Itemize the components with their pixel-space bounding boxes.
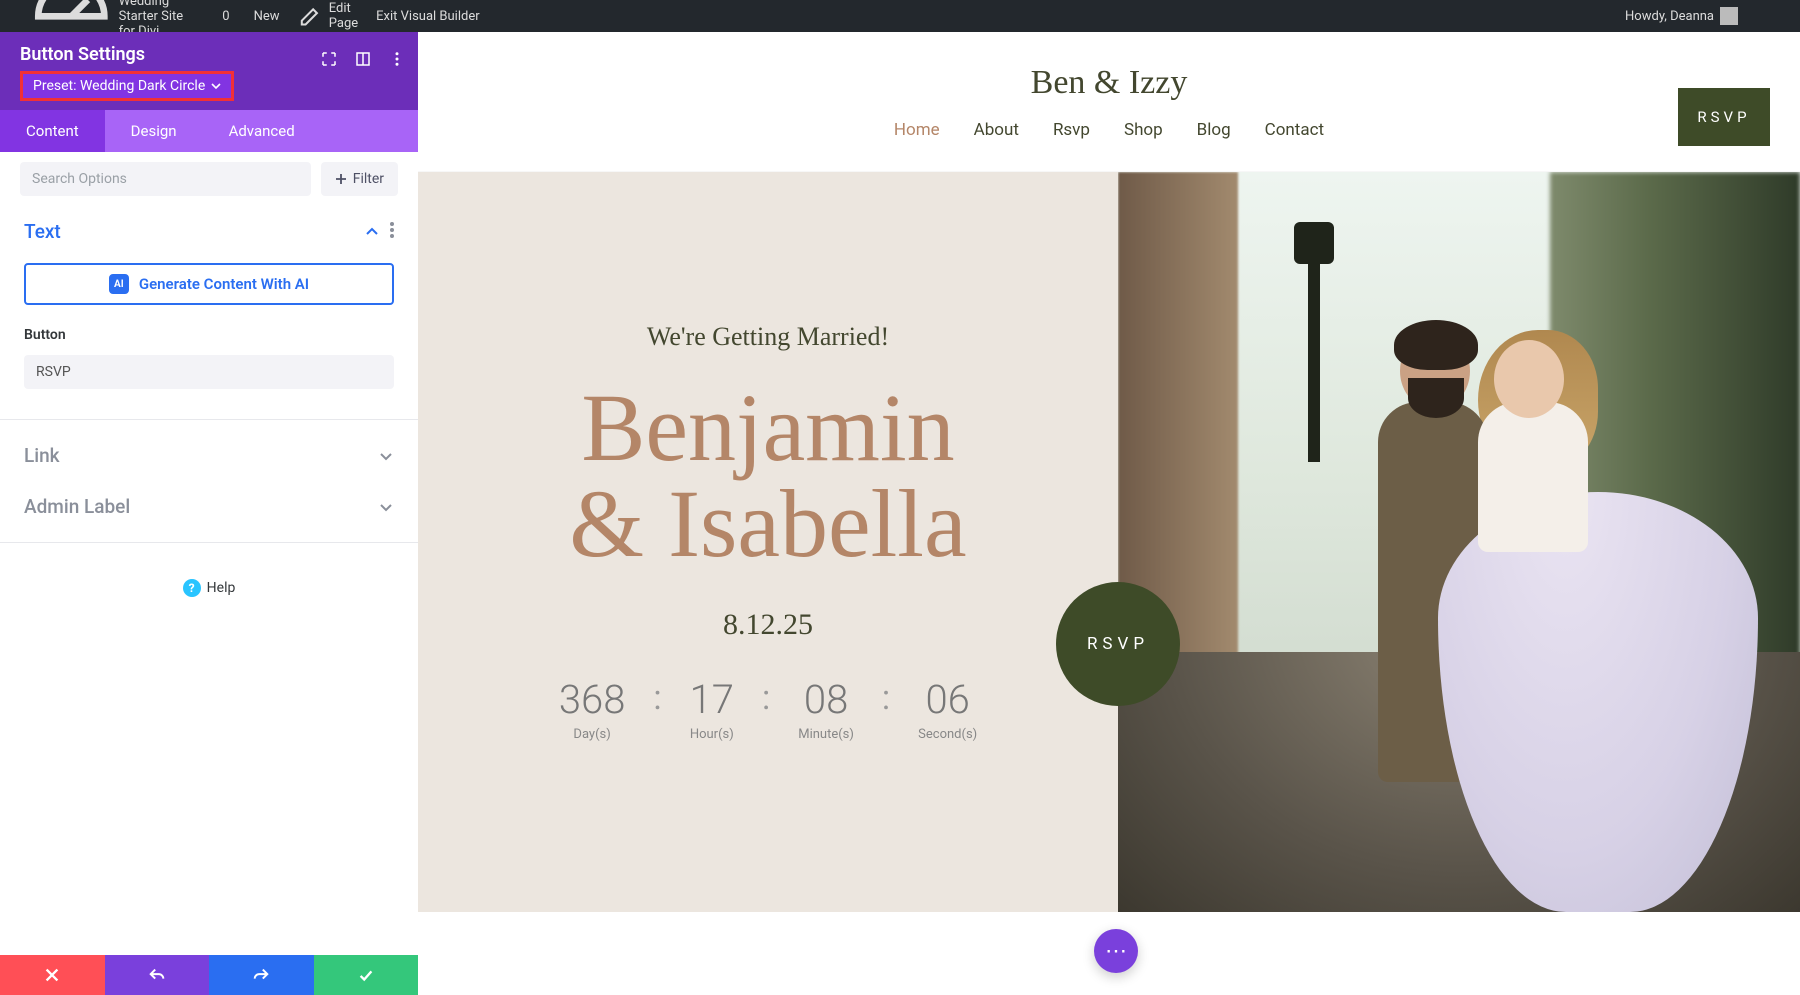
nav-about[interactable]: About <box>974 120 1019 140</box>
nav-contact[interactable]: Contact <box>1265 120 1324 140</box>
cd-seconds-label: Second(s) <box>918 727 977 742</box>
nav-home[interactable]: Home <box>894 120 940 140</box>
ai-button-label: Generate Content With AI <box>139 275 309 293</box>
kebab-icon[interactable] <box>388 50 406 68</box>
site-logo[interactable]: Ben & Izzy <box>1031 64 1188 102</box>
new-content[interactable]: New <box>248 9 280 24</box>
tab-advanced[interactable]: Advanced <box>203 110 321 152</box>
sidebar-header: Button Settings Preset: Wedding Dark Cir… <box>0 32 418 110</box>
chevron-down-icon <box>378 448 394 464</box>
chevron-up-icon <box>364 224 380 240</box>
header-rsvp-button[interactable]: RSVP <box>1678 88 1770 146</box>
exit-visual-builder[interactable]: Exit Visual Builder <box>376 9 479 24</box>
cd-seconds: 06 <box>918 676 977 723</box>
hero-title-line2: & Isabella <box>569 476 966 572</box>
hero-rsvp-circle-button[interactable]: RSVP <box>1056 582 1180 706</box>
cd-sep: : <box>882 676 890 718</box>
edit-page[interactable]: Edit Page <box>298 1 359 31</box>
comments-count: 0 <box>222 9 229 24</box>
section-adminlabel-label: Admin Label <box>24 495 130 518</box>
cd-hours-label: Hour(s) <box>690 727 734 742</box>
cd-hours: 17 <box>690 676 734 723</box>
tab-design[interactable]: Design <box>105 110 203 152</box>
undo-button[interactable] <box>105 955 210 995</box>
cd-days-label: Day(s) <box>559 727 626 742</box>
caret-down-icon <box>211 81 221 91</box>
hero-text-panel: We're Getting Married! Benjamin & Isabel… <box>418 172 1118 912</box>
edit-label: Edit Page <box>329 1 358 31</box>
settings-sidebar: Button Settings Preset: Wedding Dark Cir… <box>0 32 418 995</box>
section-link-toggle[interactable]: Link <box>0 430 418 481</box>
hero-image <box>1118 172 1800 912</box>
preset-selector[interactable]: Preset: Wedding Dark Circle <box>20 71 234 101</box>
focus-icon[interactable] <box>320 50 338 68</box>
section-text-toggle[interactable]: Text <box>0 206 418 257</box>
countdown-timer: 368 Day(s) : 17 Hour(s) : 08 Minute(s) : 06… <box>559 676 977 742</box>
nav-blog[interactable]: Blog <box>1197 120 1231 140</box>
avatar-icon <box>1720 7 1738 25</box>
cd-sep: : <box>762 676 770 718</box>
plus-icon <box>335 173 347 185</box>
tab-content[interactable]: Content <box>0 110 105 152</box>
sidebar-footer-actions <box>0 955 418 995</box>
button-text-input[interactable] <box>24 355 394 389</box>
help-icon: ? <box>183 579 201 597</box>
settings-tabs: Content Design Advanced <box>0 110 418 152</box>
page-preview: Ben & Izzy Home About Rsvp Shop Blog Con… <box>418 32 1800 995</box>
ai-badge-icon: AI <box>109 274 129 294</box>
section-adminlabel-toggle[interactable]: Admin Label <box>0 481 418 532</box>
cancel-button[interactable] <box>0 955 105 995</box>
pencil-icon <box>298 3 323 28</box>
cd-days: 368 <box>559 676 626 723</box>
preset-label: Preset: Wedding Dark Circle <box>33 78 205 94</box>
nav-rsvp[interactable]: Rsvp <box>1053 120 1090 140</box>
wp-admin-bar: Wedding Starter Site for Divi 0 New Edit… <box>0 0 1800 32</box>
hero-date: 8.12.25 <box>723 608 813 642</box>
howdy-label: Howdy, Deanna <box>1625 9 1714 24</box>
cd-sep: : <box>653 676 661 718</box>
section-text-label: Text <box>24 220 61 243</box>
nav-shop[interactable]: Shop <box>1124 120 1163 140</box>
section-options-icon[interactable] <box>390 222 394 242</box>
section-link-label: Link <box>24 444 60 467</box>
hero-subtitle: We're Getting Married! <box>647 322 889 352</box>
cd-minutes-label: Minute(s) <box>798 727 854 742</box>
save-button[interactable] <box>314 955 419 995</box>
generate-ai-button[interactable]: AI Generate Content With AI <box>24 263 394 305</box>
button-field-label: Button <box>0 323 418 347</box>
help-link[interactable]: ? Help <box>0 553 418 623</box>
new-label: New <box>254 9 280 24</box>
cd-minutes: 08 <box>798 676 854 723</box>
help-label: Help <box>207 580 236 596</box>
hero-section: We're Getting Married! Benjamin & Isabel… <box>418 172 1800 912</box>
primary-nav: Home About Rsvp Shop Blog Contact <box>894 120 1324 140</box>
user-account[interactable]: Howdy, Deanna <box>1625 7 1738 25</box>
site-header: Ben & Izzy Home About Rsvp Shop Blog Con… <box>418 32 1800 172</box>
chevron-down-icon <box>378 499 394 515</box>
comments-link[interactable]: 0 <box>216 9 229 24</box>
exit-label: Exit Visual Builder <box>376 9 479 24</box>
options-search-input[interactable] <box>20 162 311 196</box>
builder-fab[interactable]: ⋯ <box>1094 929 1138 973</box>
filter-label: Filter <box>353 171 384 187</box>
filter-button[interactable]: Filter <box>321 162 398 196</box>
columns-icon[interactable] <box>354 50 372 68</box>
redo-button[interactable] <box>209 955 314 995</box>
hero-title-line1: Benjamin <box>581 380 954 476</box>
